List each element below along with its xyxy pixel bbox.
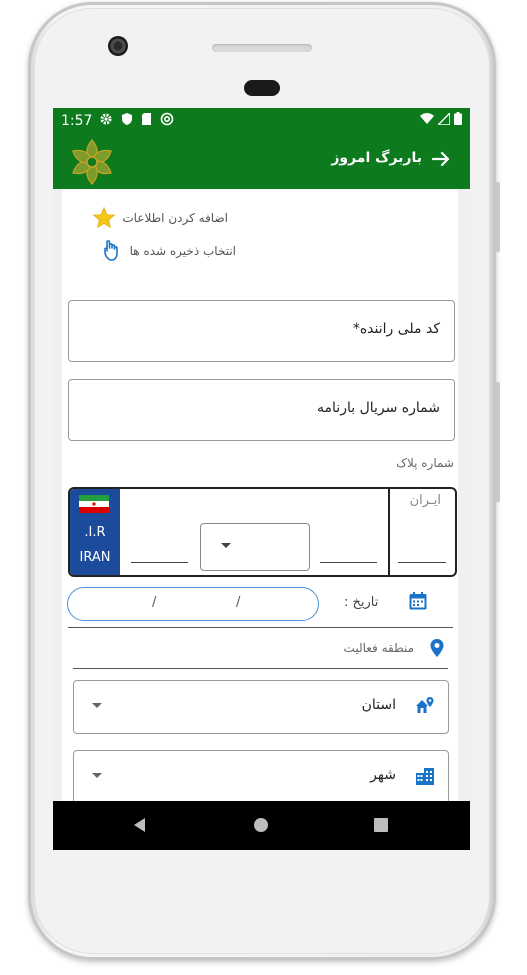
sync-icon bbox=[160, 112, 174, 126]
calendar-icon[interactable] bbox=[408, 591, 428, 611]
status-icons-left bbox=[99, 112, 174, 126]
status-time: 1:57 bbox=[61, 113, 93, 129]
system-navigation-bar bbox=[53, 801, 470, 850]
waybill-serial-field[interactable]: شماره سریال بارنامه bbox=[68, 379, 455, 441]
chevron-down-icon bbox=[92, 773, 102, 778]
earpiece-speaker bbox=[212, 44, 312, 52]
city-label: شهر bbox=[370, 767, 396, 783]
shield-icon bbox=[122, 113, 132, 125]
divider bbox=[73, 668, 448, 669]
city-select[interactable]: شهر bbox=[73, 750, 449, 804]
plate-letter-dropdown[interactable] bbox=[200, 523, 310, 571]
wifi-icon bbox=[420, 112, 434, 124]
status-icons-right bbox=[420, 112, 462, 125]
plate-divider bbox=[388, 489, 390, 575]
province-label: استان bbox=[361, 697, 396, 713]
chevron-down-icon bbox=[92, 703, 102, 708]
nav-home-icon[interactable] bbox=[253, 817, 269, 833]
proximity-sensor bbox=[244, 80, 280, 96]
chevron-down-icon bbox=[221, 543, 231, 548]
date-separator: / bbox=[152, 595, 157, 610]
power-button bbox=[496, 182, 500, 252]
location-pin-icon bbox=[430, 639, 444, 657]
date-label: تاریخ : bbox=[344, 595, 379, 610]
plate-digits-second-input[interactable] bbox=[320, 562, 377, 563]
touch-hand-icon bbox=[103, 240, 118, 261]
plate-label: شماره پلاک bbox=[396, 456, 454, 470]
form-card: اضافه کردن اطلاعات انتخاب ذخیره شده ها ک… bbox=[62, 189, 458, 804]
plate-country-strip: .I.R IRAN bbox=[70, 489, 120, 575]
plate-digits-first-input[interactable] bbox=[131, 562, 188, 563]
city-buildings-icon bbox=[416, 768, 434, 785]
app-bar: باربرگ امروز bbox=[53, 134, 470, 189]
date-input[interactable]: / / bbox=[67, 587, 319, 621]
signal-icon bbox=[438, 112, 450, 125]
driver-national-code-placeholder: کد ملی راننده* bbox=[352, 321, 440, 337]
divider bbox=[68, 627, 453, 628]
volume-button bbox=[496, 382, 500, 502]
sd-card-icon bbox=[142, 113, 151, 125]
house-location-icon bbox=[416, 697, 434, 713]
front-camera bbox=[108, 36, 128, 56]
nav-recents-icon[interactable] bbox=[373, 817, 389, 833]
status-bar: 1:57 bbox=[53, 108, 470, 134]
nav-back-icon[interactable] bbox=[132, 817, 148, 833]
plate-ir-text: .I.R bbox=[84, 525, 106, 540]
driver-national-code-field[interactable]: کد ملی راننده* bbox=[68, 300, 455, 362]
date-separator: / bbox=[236, 595, 241, 610]
select-saved-action[interactable]: انتخاب ذخیره شده ها bbox=[102, 239, 236, 263]
select-saved-label: انتخاب ذخیره شده ها bbox=[129, 244, 236, 258]
plate-region-code-input[interactable] bbox=[398, 562, 446, 563]
battery-icon bbox=[454, 112, 462, 125]
screen: 1:57 باربرگ امروز اضافه کردن اطلاعات انت… bbox=[53, 108, 470, 850]
flower-logo-icon bbox=[72, 139, 112, 185]
add-info-action[interactable]: اضافه کردن اطلاعات bbox=[92, 206, 228, 230]
add-info-label: اضافه کردن اطلاعات bbox=[122, 211, 228, 225]
waybill-serial-placeholder: شماره سریال بارنامه bbox=[317, 400, 440, 416]
star-icon bbox=[93, 206, 116, 229]
iran-flag-icon bbox=[79, 495, 109, 513]
activity-zone-label: منطقه فعالیت bbox=[343, 641, 414, 655]
plate-iran-en-text: IRAN bbox=[79, 550, 111, 565]
plate-iran-fa-text: ایـران bbox=[409, 493, 441, 508]
arrow-forward-icon[interactable] bbox=[430, 148, 452, 170]
province-select[interactable]: استان bbox=[73, 680, 449, 734]
settings-icon bbox=[100, 113, 112, 125]
license-plate-input: .I.R IRAN ایـران bbox=[68, 487, 457, 577]
page-title: باربرگ امروز bbox=[331, 150, 422, 166]
